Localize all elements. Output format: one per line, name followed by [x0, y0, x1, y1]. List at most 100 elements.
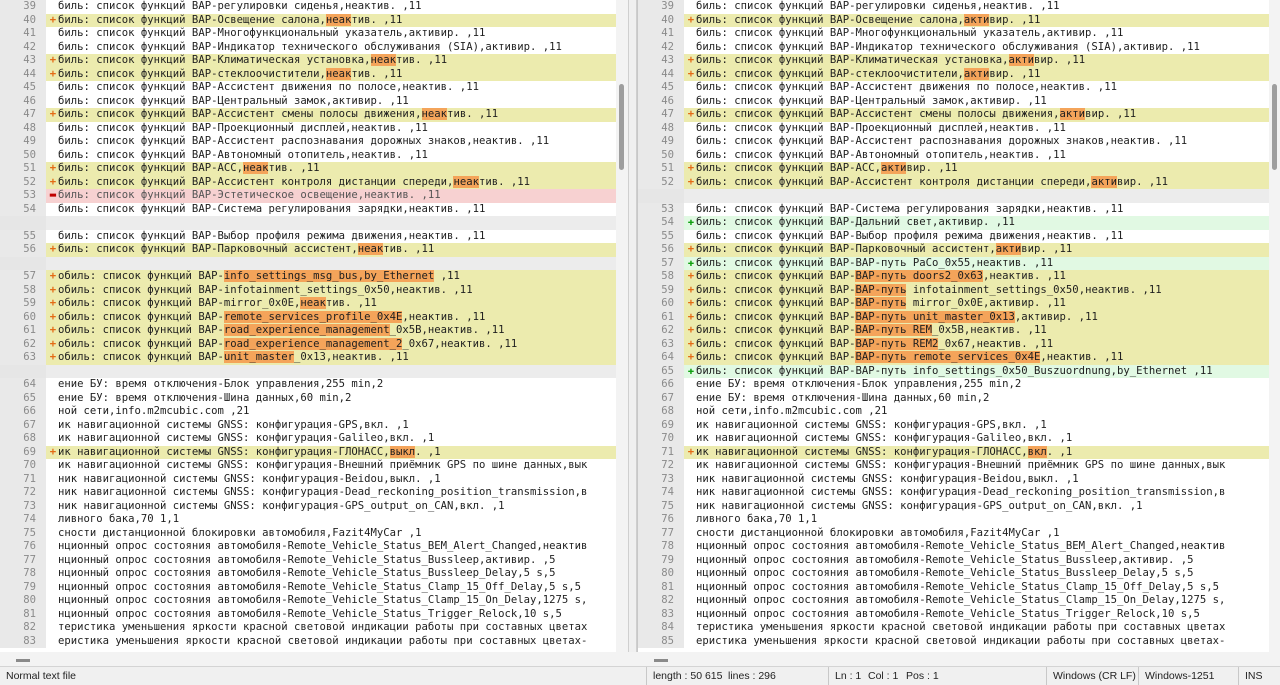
right-line-row[interactable]: 52 + биль: список функций BAP-Ассистент ко…: [638, 175, 1269, 189]
right-line-row[interactable]: 58 + биль: список функций BAP-BAP-путь doo…: [638, 270, 1269, 284]
right-line-row[interactable]: 45 биль: список функций BAP-Ассистент дви…: [638, 81, 1269, 95]
left-line-row[interactable]: [0, 216, 616, 230]
status-eol[interactable]: Windows (CR LF): [1046, 667, 1142, 685]
left-line-row[interactable]: 56 + биль: список функций BAP-Парковочный …: [0, 243, 616, 257]
left-line-row[interactable]: [0, 256, 616, 270]
right-line-row[interactable]: 67 ение БУ: время отключения-Шина данных,…: [638, 391, 1269, 405]
left-line-row[interactable]: 72 ник навигационной системы GNSS: конфиг…: [0, 486, 616, 500]
right-line-row[interactable]: 56 + биль: список функций BAP-Парковочный …: [638, 243, 1269, 257]
left-line-row[interactable]: 77 нционный опрос состояния автомобиля-Re…: [0, 553, 616, 567]
right-line-row[interactable]: 85 еристика уменьшения яркости красной св…: [638, 634, 1269, 648]
right-line-row[interactable]: 82 нционный опрос состояния автомобиля-Re…: [638, 594, 1269, 608]
left-line-row[interactable]: 79 нционный опрос состояния автомобиля-Re…: [0, 580, 616, 594]
left-line-row[interactable]: 50 биль: список функций BAP-Автономный от…: [0, 148, 616, 162]
left-line-row[interactable]: 39 биль: список функций BAP-регулировки с…: [0, 0, 616, 14]
right-line-row[interactable]: 68 ной сети,info.m2mcubic.com ,21: [638, 405, 1269, 419]
right-line-row[interactable]: 76 ливного бака,70 1,1: [638, 513, 1269, 527]
left-line-row[interactable]: 66 ной сети,info.m2mcubic.com ,21: [0, 405, 616, 419]
right-line-row[interactable]: 64 + биль: список функций BAP-BAP-путь rem…: [638, 351, 1269, 365]
right-line-row[interactable]: 49 биль: список функций BAP-Ассистент рас…: [638, 135, 1269, 149]
right-line-row[interactable]: 48 биль: список функций BAP-Проекционный …: [638, 121, 1269, 135]
left-line-row[interactable]: 58 + обиль: список функций BAP-infotainmen…: [0, 283, 616, 297]
right-line-row[interactable]: 54 ✚ биль: список функций BAP-Дальний свет…: [638, 216, 1269, 230]
right-line-row[interactable]: 61 + биль: список функций BAP-BAP-путь uni…: [638, 310, 1269, 324]
left-line-row[interactable]: 64 ение БУ: время отключения-Блок управле…: [0, 378, 616, 392]
left-line-row[interactable]: 65 ение БУ: время отключения-Шина данных,…: [0, 391, 616, 405]
right-line-row[interactable]: 42 биль: список функций BAP-Индикатор тех…: [638, 40, 1269, 54]
left-line-row[interactable]: 45 биль: список функций BAP-Ассистент дви…: [0, 81, 616, 95]
left-line-row[interactable]: 47 + биль: список функций BAP-Ассистент см…: [0, 108, 616, 122]
left-line-row[interactable]: 61 + обиль: список функций BAP-road_experi…: [0, 324, 616, 338]
left-line-row[interactable]: 54 биль: список функций BAP-Система регул…: [0, 202, 616, 216]
right-line-row[interactable]: 59 + биль: список функций BAP-BAP-путь inf…: [638, 283, 1269, 297]
right-compare-pane[interactable]: 39 биль: список функций BAP-регулировки с…: [637, 0, 1280, 652]
left-line-row[interactable]: 76 нционный опрос состояния автомобиля-Re…: [0, 540, 616, 554]
left-line-row[interactable]: 73 ник навигационной системы GNSS: конфиг…: [0, 499, 616, 513]
right-line-row[interactable]: 72 ик навигационной системы GNSS: конфигу…: [638, 459, 1269, 473]
right-line-row[interactable]: [638, 189, 1269, 203]
right-line-row[interactable]: 43 + биль: список функций BAP-Климатическа…: [638, 54, 1269, 68]
left-line-row[interactable]: 62 + обиль: список функций BAP-road_experi…: [0, 337, 616, 351]
right-line-row[interactable]: 63 + биль: список функций BAP-BAP-путь REM…: [638, 337, 1269, 351]
left-line-row[interactable]: 59 + обиль: список функций BAP-mirror_0x0E…: [0, 297, 616, 311]
left-line-row[interactable]: 42 биль: список функций BAP-Индикатор тех…: [0, 40, 616, 54]
right-scroll-thumb[interactable]: [1272, 84, 1277, 170]
right-vertical-scrollbar[interactable]: [1269, 0, 1280, 652]
left-line-row[interactable]: 55 биль: список функций BAP-Выбор профиля…: [0, 229, 616, 243]
right-hscroll-thumb[interactable]: [654, 659, 668, 662]
left-line-row[interactable]: 82 теристика уменьшения яркости красной с…: [0, 621, 616, 635]
right-line-row[interactable]: 71 + ик навигационной системы GNSS: конфиг…: [638, 445, 1269, 459]
left-line-row[interactable]: 57 + обиль: список функций BAP-info_settin…: [0, 270, 616, 284]
left-line-row[interactable]: 78 нционный опрос состояния автомобиля-Re…: [0, 567, 616, 581]
left-line-row[interactable]: 41 биль: список функций BAP-Многофункцион…: [0, 27, 616, 41]
right-line-row[interactable]: 65 ✚ биль: список функций BAP-BAP-путь inf…: [638, 364, 1269, 378]
right-line-row[interactable]: 79 нционный опрос состояния автомобиля-Re…: [638, 553, 1269, 567]
right-horizontal-scrollbar[interactable]: [638, 654, 1280, 666]
left-line-row[interactable]: 44 + биль: список функций BAP-стеклоочисти…: [0, 67, 616, 81]
right-line-row[interactable]: 57 ✚ биль: список функций BAP-BAP-путь PaC…: [638, 256, 1269, 270]
right-line-row[interactable]: 60 + биль: список функций BAP-BAP-путь mir…: [638, 297, 1269, 311]
right-line-row[interactable]: 70 ик навигационной системы GNSS: конфигу…: [638, 432, 1269, 446]
right-line-row[interactable]: 46 биль: список функций BAP-Центральный з…: [638, 94, 1269, 108]
left-compare-pane[interactable]: 39 биль: список функций BAP-регулировки с…: [0, 0, 629, 652]
left-line-row[interactable]: 68 ик навигационной системы GNSS: конфигу…: [0, 432, 616, 446]
left-line-row[interactable]: 81 нционный опрос состояния автомобиля-Re…: [0, 607, 616, 621]
right-line-row[interactable]: 74 ник навигационной системы GNSS: конфиг…: [638, 486, 1269, 500]
right-line-row[interactable]: 62 + биль: список функций BAP-BAP-путь REM…: [638, 324, 1269, 338]
right-line-row[interactable]: 66 ение БУ: время отключения-Блок управле…: [638, 378, 1269, 392]
left-line-row[interactable]: 46 биль: список функций BAP-Центральный з…: [0, 94, 616, 108]
left-line-row[interactable]: 80 нционный опрос состояния автомобиля-Re…: [0, 594, 616, 608]
right-line-row[interactable]: 41 биль: список функций BAP-Многофункцион…: [638, 27, 1269, 41]
right-line-row[interactable]: 51 + биль: список функций BAP-ACC,активир.…: [638, 162, 1269, 176]
right-line-row[interactable]: 75 ник навигационной системы GNSS: конфиг…: [638, 499, 1269, 513]
right-line-row[interactable]: 69 ик навигационной системы GNSS: конфигу…: [638, 418, 1269, 432]
status-insert-mode[interactable]: INS: [1238, 667, 1269, 685]
left-line-row[interactable]: 48 биль: список функций BAP-Проекционный …: [0, 121, 616, 135]
left-line-row[interactable]: [0, 364, 616, 378]
left-line-row[interactable]: 83 еристика уменьшения яркости красной св…: [0, 634, 616, 648]
left-line-row[interactable]: 71 ник навигационной системы GNSS: конфиг…: [0, 472, 616, 486]
left-line-row[interactable]: 53 ▬ биль: список функций BAP-Эстетическое…: [0, 189, 616, 203]
left-line-row[interactable]: 75 сности дистанционной блокировки автомо…: [0, 526, 616, 540]
right-line-row[interactable]: 47 + биль: список функций BAP-Ассистент см…: [638, 108, 1269, 122]
right-line-row[interactable]: 73 ник навигационной системы GNSS: конфиг…: [638, 472, 1269, 486]
right-line-row[interactable]: 81 нционный опрос состояния автомобиля-Re…: [638, 580, 1269, 594]
right-line-row[interactable]: 77 сности дистанционной блокировки автомо…: [638, 526, 1269, 540]
left-hscroll-thumb[interactable]: [16, 659, 30, 662]
left-line-row[interactable]: 67 ик навигационной системы GNSS: конфигу…: [0, 418, 616, 432]
left-line-row[interactable]: 74 ливного бака,70 1,1: [0, 513, 616, 527]
left-line-row[interactable]: 60 + обиль: список функций BAP-remote_serv…: [0, 310, 616, 324]
left-scroll-thumb[interactable]: [619, 84, 624, 170]
right-line-row[interactable]: 83 нционный опрос состояния автомобиля-Re…: [638, 607, 1269, 621]
pane-splitter[interactable]: [628, 0, 637, 666]
left-line-row[interactable]: 43 + биль: список функций BAP-Климатическа…: [0, 54, 616, 68]
left-line-row[interactable]: 52 + биль: список функций BAP-Ассистент ко…: [0, 175, 616, 189]
left-line-row[interactable]: 63 + обиль: список функций BAP-unit_master…: [0, 351, 616, 365]
status-encoding[interactable]: Windows-1251: [1138, 667, 1220, 685]
right-line-row[interactable]: 55 биль: список функций BAP-Выбор профиля…: [638, 229, 1269, 243]
left-line-row[interactable]: 69 + ик навигационной системы GNSS: конфиг…: [0, 445, 616, 459]
left-line-row[interactable]: 40 + биль: список функций BAP-Освещение са…: [0, 13, 616, 27]
right-line-row[interactable]: 40 + биль: список функций BAP-Освещение са…: [638, 13, 1269, 27]
right-line-row[interactable]: 39 биль: список функций BAP-регулировки с…: [638, 0, 1269, 14]
right-line-row[interactable]: 78 нционный опрос состояния автомобиля-Re…: [638, 540, 1269, 554]
